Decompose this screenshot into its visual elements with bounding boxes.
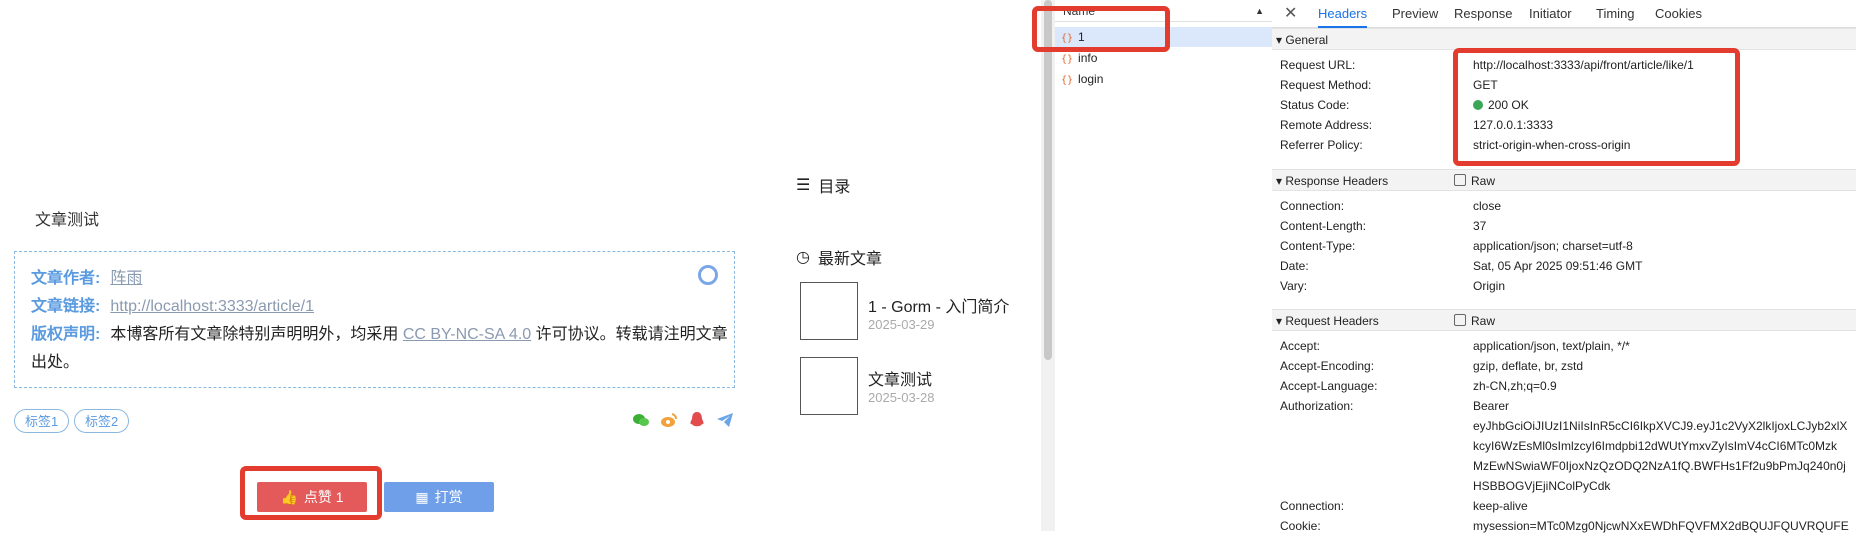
request-headers-title: Request Headers	[1285, 314, 1379, 328]
request-headers-section[interactable]: ▾ Request Headers Raw	[1272, 309, 1856, 331]
license-link[interactable]: CC BY-NC-SA 4.0	[403, 326, 531, 343]
toc-title: 目录	[818, 179, 851, 196]
post-title[interactable]: 1 - Gorm - 入门简介	[868, 293, 1009, 317]
header-key: Content-Length:	[1280, 219, 1367, 233]
scrollbar-thumb[interactable]	[1044, 0, 1052, 360]
request-name: info	[1078, 51, 1098, 65]
raw-checkbox[interactable]: Raw	[1454, 170, 1495, 192]
reward-button[interactable]: ▦ 打赏	[384, 482, 494, 512]
header-key: Remote Address:	[1280, 118, 1373, 132]
header-key: Accept:	[1280, 339, 1321, 353]
clock-icon: ◷	[796, 249, 810, 266]
page-scrollbar[interactable]	[1041, 0, 1055, 531]
list-icon: ☰	[796, 177, 811, 194]
auth-token-line: kcyI6WzEsMl0sImlzcyI6Imdpbi12dWUtYmxvZyI…	[1473, 439, 1838, 453]
recent-heading: ◷ 最新文章	[796, 245, 882, 269]
close-icon[interactable]: ✕	[1284, 0, 1297, 27]
post-date: 2025-03-28	[868, 390, 935, 405]
header-value: Bearer	[1473, 399, 1510, 413]
tag-1[interactable]: 标签1	[14, 409, 70, 433]
header-key: Request Method:	[1280, 78, 1372, 92]
header-key: Accept-Language:	[1280, 379, 1378, 393]
link-label: 文章链接:	[31, 298, 101, 315]
xhr-icon: {}	[1061, 75, 1074, 86]
qq-icon[interactable]	[688, 411, 706, 429]
header-value: gzip, deflate, br, zstd	[1473, 359, 1584, 373]
header-value: close	[1473, 199, 1502, 213]
sort-arrow-icon: ▲	[1255, 6, 1264, 16]
copyright-line: 版权声明: 本博客所有文章除特别声明明外，均采用 CC BY-NC-SA 4.0 …	[31, 321, 728, 349]
header-value: application/json, text/plain, */*	[1473, 339, 1630, 353]
header-key: Status Code:	[1280, 98, 1350, 112]
highlight-like-box	[240, 466, 382, 520]
header-value: Origin	[1473, 279, 1506, 293]
reward-button-label: 打赏	[434, 489, 463, 505]
tab-headers[interactable]: Headers	[1318, 0, 1368, 28]
copyright-line-2: 出处。	[31, 354, 80, 371]
collapse-arrow-icon: ▾	[1276, 33, 1283, 47]
tab-cookies[interactable]: Cookies	[1655, 0, 1702, 27]
details-tabbar: ✕ Headers Preview Response Initiator Tim…	[1272, 0, 1856, 28]
highlight-request-box	[1032, 6, 1170, 52]
article-title: 文章测试	[35, 212, 100, 229]
tag-2[interactable]: 标签2	[74, 409, 130, 433]
copyright-label: 版权声明:	[31, 326, 101, 343]
tab-initiator[interactable]: Initiator	[1529, 0, 1572, 27]
telegram-icon[interactable]	[716, 411, 734, 429]
header-value: 37	[1473, 219, 1487, 233]
highlight-general-box	[1453, 48, 1740, 166]
article-link[interactable]: http://localhost:3333/article/1	[110, 298, 314, 315]
tab-timing[interactable]: Timing	[1596, 0, 1635, 27]
collapse-arrow-icon: ▾	[1276, 174, 1283, 188]
general-section-header[interactable]: ▾ General	[1272, 28, 1856, 50]
raw-checkbox[interactable]: Raw	[1454, 310, 1495, 332]
response-headers-section[interactable]: ▾ Response Headers Raw	[1272, 169, 1856, 191]
general-title: General	[1285, 33, 1329, 47]
auth-token-line: eyJhbGciOiJIUzI1NiIsInR5cCI6IkpXVCJ9.eyJ…	[1473, 419, 1848, 433]
link-line: 文章链接: http://localhost:3333/article/1	[31, 293, 314, 321]
author-label: 文章作者:	[31, 270, 101, 287]
header-value: application/json; charset=utf-8	[1473, 239, 1633, 253]
header-key: Referrer Policy:	[1280, 138, 1363, 152]
author-link[interactable]: 阵雨	[110, 270, 142, 287]
auth-token-line: MzEwNSwiaWF0IjoxNzQzODQ2NzA1fQ.BWFHs1Ff2…	[1473, 459, 1846, 473]
header-key: Vary:	[1280, 279, 1308, 293]
request-name: login	[1078, 72, 1104, 86]
header-value: Sat, 05 Apr 2025 09:51:46 GMT	[1473, 259, 1643, 273]
blog-page: 文章测试 文章作者: 阵雨 文章链接: http://localhost:3333/…	[0, 0, 1040, 531]
collapse-arrow-icon: ▾	[1276, 314, 1283, 328]
network-request-list: Name ▲ {} 1 {} info {} login	[1055, 0, 1273, 531]
toc-heading: ☰ 目录	[796, 173, 850, 197]
header-key: Connection:	[1280, 199, 1345, 213]
header-key: Date:	[1280, 259, 1309, 273]
request-details-panel: ✕ Headers Preview Response Initiator Tim…	[1272, 0, 1856, 533]
header-value: keep-alive	[1473, 499, 1528, 513]
author-line: 文章作者: 阵雨	[31, 265, 142, 293]
post-thumbnail[interactable]	[800, 282, 858, 340]
header-key: Content-Type:	[1280, 239, 1356, 253]
post-thumbnail[interactable]	[800, 357, 858, 415]
response-headers-title: Response Headers	[1285, 174, 1389, 188]
weibo-icon[interactable]	[660, 411, 678, 429]
tab-preview[interactable]: Preview	[1392, 0, 1438, 27]
copy-icon[interactable]	[698, 265, 718, 285]
auth-token-line: HSBBOGVjEjiNColPyCdk	[1473, 479, 1611, 493]
xhr-icon: {}	[1061, 54, 1074, 65]
post-date: 2025-03-29	[868, 317, 935, 332]
header-key: Connection:	[1280, 499, 1345, 513]
header-key: Accept-Encoding:	[1280, 359, 1375, 373]
copyright-box: 文章作者: 阵雨 文章链接: http://localhost:3333/artic…	[14, 251, 735, 388]
recent-title: 最新文章	[817, 251, 882, 268]
header-key: Request URL:	[1280, 58, 1356, 72]
tab-response[interactable]: Response	[1454, 0, 1513, 27]
copyright-text-2: 许可协议。转载请注明文章	[535, 326, 728, 343]
header-value: zh-CN,zh;q=0.9	[1473, 379, 1557, 393]
wechat-icon[interactable]	[632, 411, 650, 429]
copyright-text: 本博客所有文章除特别声明明外，均采用	[110, 326, 399, 343]
post-title[interactable]: 文章测试	[868, 366, 932, 390]
header-key: Authorization:	[1280, 399, 1354, 413]
qrcode-icon: ▦	[415, 488, 429, 505]
request-row[interactable]: {} login	[1055, 69, 1272, 89]
